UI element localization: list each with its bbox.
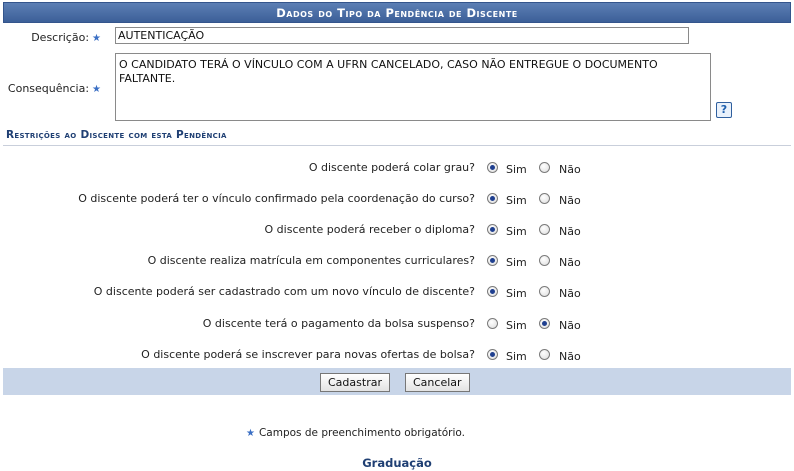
descricao-input[interactable] [115, 27, 689, 44]
radio-nao[interactable] [539, 349, 550, 360]
consequencia-textarea[interactable]: O CANDIDATO TERÁ O VÍNCULO COM A UFRN CA… [115, 53, 711, 121]
restricao-question: O discente poderá colar grau? [308, 161, 475, 174]
required-star-icon: ★ [92, 33, 101, 44]
radio-sim[interactable] [487, 255, 498, 266]
restricao-question: O discente terá o pagamento da bolsa sus… [202, 317, 475, 330]
restricao-row: O discente poderá receber o diploma? Sim N… [3, 220, 791, 240]
restricao-row: O discente poderá ser cadastrado com um … [3, 282, 791, 302]
radio-nao[interactable] [539, 193, 550, 204]
pendencia-form: Dados do Tipo da Pendência de Discente D… [3, 2, 791, 395]
radio-nao[interactable] [539, 162, 550, 173]
button-bar: Cadastrar Cancelar [3, 368, 791, 395]
radio-sim[interactable] [487, 162, 498, 173]
radio-sim[interactable] [487, 193, 498, 204]
restricoes-title: Restrições ao Discente com esta Pendênci… [6, 129, 227, 141]
consequencia-label: Consequência: ★ [7, 82, 101, 95]
graduacao-link[interactable]: Graduação [0, 456, 794, 470]
required-star-icon: ★ [246, 428, 255, 439]
form-title: Dados do Tipo da Pendência de Discente [3, 2, 791, 23]
descricao-label: Descrição: ★ [31, 31, 101, 44]
required-note-text: Campos de preenchimento obrigatório. [258, 427, 465, 439]
radio-nao-label: Não [559, 256, 581, 269]
radio-sim-label: Sim [506, 163, 527, 176]
radio-nao[interactable] [539, 224, 550, 235]
radio-nao[interactable] [539, 318, 550, 329]
radio-sim[interactable] [487, 318, 498, 329]
restricao-question: O discente poderá receber o diploma? [264, 223, 475, 236]
restricao-row: O discente poderá se inscrever para nova… [3, 345, 791, 365]
radio-nao-label: Não [559, 163, 581, 176]
radio-sim-label: Sim [506, 256, 527, 269]
help-icon[interactable]: ? [716, 102, 732, 118]
radio-sim[interactable] [487, 224, 498, 235]
form-title-text: Dados do Tipo da Pendência de Discente [276, 6, 518, 20]
radio-nao-label: Não [559, 350, 581, 363]
radio-nao-label: Não [559, 319, 581, 332]
restricao-row: O discente poderá ter o vínculo confirma… [3, 189, 791, 209]
radio-sim-label: Sim [506, 225, 527, 238]
section-divider [3, 145, 791, 146]
radio-nao[interactable] [539, 255, 550, 266]
cancelar-button[interactable]: Cancelar [405, 373, 470, 392]
restricao-question: O discente realiza matrícula em componen… [147, 254, 475, 267]
radio-sim-label: Sim [506, 350, 527, 363]
radio-nao-label: Não [559, 287, 581, 300]
restricao-row: O discente realiza matrícula em componen… [3, 251, 791, 271]
restricao-row: O discente terá o pagamento da bolsa sus… [3, 314, 791, 334]
restricao-question: O discente poderá ser cadastrado com um … [93, 285, 475, 298]
radio-sim-label: Sim [506, 319, 527, 332]
radio-sim[interactable] [487, 286, 498, 297]
required-star-icon: ★ [92, 84, 101, 95]
radio-sim[interactable] [487, 349, 498, 360]
radio-nao-label: Não [559, 194, 581, 207]
restricao-question: O discente poderá ter o vínculo confirma… [78, 192, 475, 205]
radio-sim-label: Sim [506, 194, 527, 207]
required-note: ★ Campos de preenchimento obrigatório. [246, 427, 465, 439]
radio-nao[interactable] [539, 286, 550, 297]
radio-nao-label: Não [559, 225, 581, 238]
radio-sim-label: Sim [506, 287, 527, 300]
restricao-question: O discente poderá se inscrever para nova… [141, 348, 475, 361]
cadastrar-button[interactable]: Cadastrar [320, 373, 390, 392]
restricao-row: O discente poderá colar grau? Sim Não [3, 158, 791, 178]
